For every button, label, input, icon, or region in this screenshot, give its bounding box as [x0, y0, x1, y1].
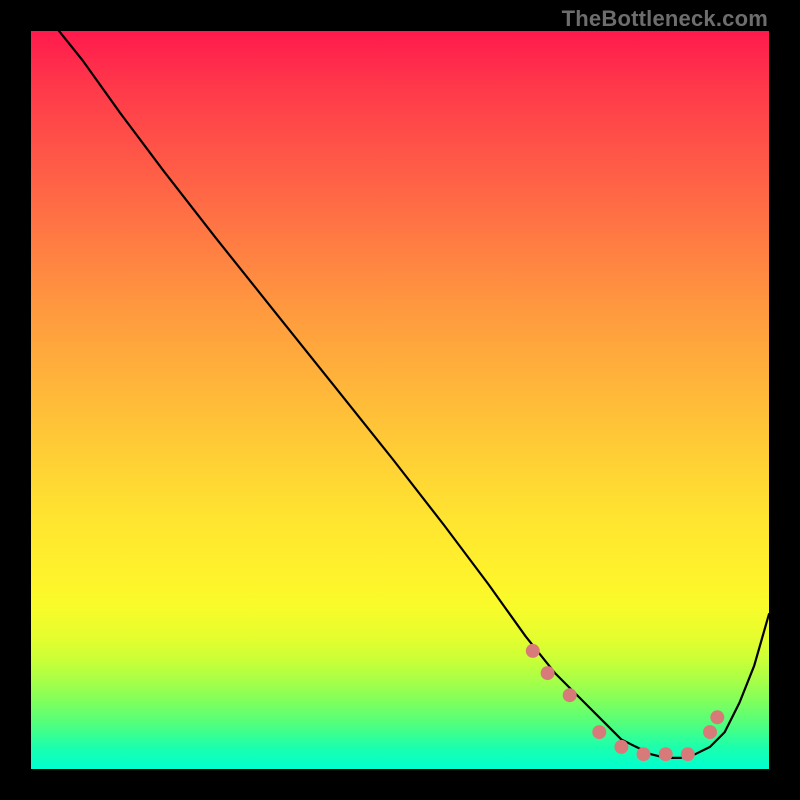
curve-marker — [614, 740, 628, 754]
curve-marker — [681, 747, 695, 761]
curve-marker — [703, 725, 717, 739]
watermark-text: TheBottleneck.com — [562, 6, 768, 32]
bottleneck-curve-path — [31, 2, 769, 758]
curve-marker — [710, 710, 724, 724]
curve-marker — [526, 644, 540, 658]
curve-layer — [31, 31, 769, 769]
curve-marker — [637, 747, 651, 761]
marker-group — [526, 644, 725, 761]
curve-marker — [541, 666, 555, 680]
curve-marker — [592, 725, 606, 739]
curve-marker — [563, 688, 577, 702]
chart-frame: TheBottleneck.com — [0, 0, 800, 800]
curve-marker — [659, 747, 673, 761]
